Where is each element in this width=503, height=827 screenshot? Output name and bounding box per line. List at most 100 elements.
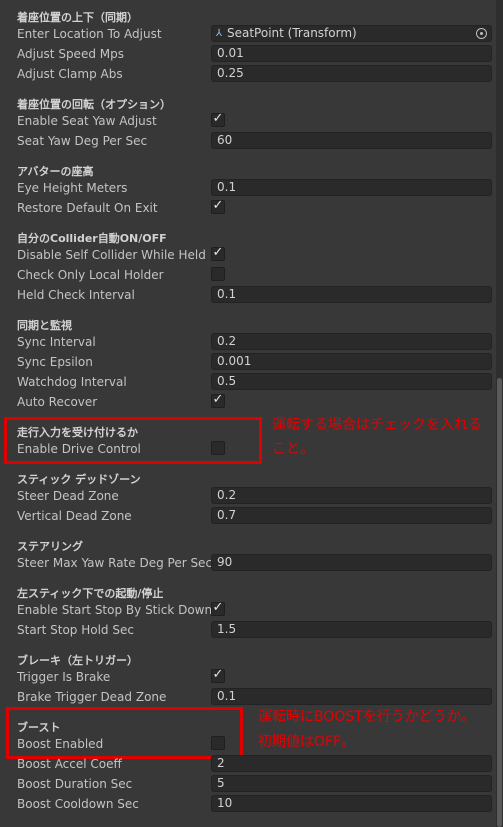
section-header-stick-start-stop: 左スティック下での起動/停止 <box>17 587 164 600</box>
row-enable-drive: Enable Drive Control <box>0 439 496 459</box>
enter-location-object-field[interactable]: ⅄ SeatPoint (Transform) <box>211 25 492 42</box>
trigger-is-brake-checkbox[interactable]: ✓ <box>211 667 225 683</box>
enable-seat-yaw-checkbox[interactable]: ✓ <box>211 111 225 127</box>
field-label: Boost Duration Sec <box>17 777 133 791</box>
row-sync-interval: Sync Interval 0.2 <box>0 332 496 352</box>
brake-dead-zone-input[interactable]: 0.1 <box>211 688 492 705</box>
field-label: Trigger Is Brake <box>17 670 111 684</box>
field-label: Seat Yaw Deg Per Sec <box>17 134 148 148</box>
field-label: Enter Location To Adjust <box>17 27 162 41</box>
row-vertical-dead-zone: Vertical Dead Zone 0.7 <box>0 506 496 526</box>
row-boost-cooldown: Boost Cooldown Sec 10 <box>0 794 496 814</box>
field-label: Sync Epsilon <box>17 355 93 369</box>
field-label: Brake Trigger Dead Zone <box>17 690 167 704</box>
adjust-clamp-input[interactable]: 0.25 <box>211 65 492 82</box>
section-header-brake: ブレーキ（左トリガー） <box>17 654 138 667</box>
field-label: Steer Dead Zone <box>17 489 119 503</box>
checkmark-icon: ✓ <box>212 600 224 615</box>
field-label: Restore Default On Exit <box>17 201 158 215</box>
drive-control-annotation-line2: こと。 <box>272 441 314 457</box>
check-only-local-checkbox[interactable] <box>211 267 225 281</box>
row-brake-dead-zone: Brake Trigger Dead Zone 0.1 <box>0 687 496 707</box>
checkmark-icon: ✓ <box>212 111 224 126</box>
field-label: Held Check Interval <box>17 288 135 302</box>
held-check-interval-input[interactable]: 0.1 <box>211 286 492 303</box>
section-header-boost: ブースト <box>17 721 61 734</box>
start-stop-hold-input[interactable]: 1.5 <box>211 621 492 638</box>
field-label: Adjust Clamp Abs <box>17 67 123 81</box>
eye-height-input[interactable]: 0.1 <box>211 179 492 196</box>
sync-interval-input[interactable]: 0.2 <box>211 333 492 350</box>
boost-accel-input[interactable]: 2 <box>211 755 492 772</box>
field-label: Enable Start Stop By Stick Down <box>17 603 213 617</box>
section-header-seat-rotation: 着座位置の回転（オプション） <box>17 98 171 111</box>
row-steer-max-yaw: Steer Max Yaw Rate Deg Per Sec 90 <box>0 553 496 573</box>
row-boost-enabled: Boost Enabled <box>0 734 496 754</box>
boost-cooldown-input[interactable]: 10 <box>211 795 492 812</box>
row-auto-recover: Auto Recover ✓ <box>0 392 496 412</box>
row-adjust-clamp: Adjust Clamp Abs 0.25 <box>0 64 496 84</box>
scrollbar-track[interactable] <box>496 0 503 827</box>
row-adjust-speed: Adjust Speed Mps 0.01 <box>0 44 496 64</box>
watchdog-interval-input[interactable]: 0.5 <box>211 373 492 390</box>
field-label: Disable Self Collider While Held <box>17 248 206 262</box>
checkmark-icon: ✓ <box>212 667 224 682</box>
checkmark-icon: ✓ <box>212 392 224 407</box>
row-steer-dead-zone: Steer Dead Zone 0.2 <box>0 486 496 506</box>
section-header-collider: 自分のCollider自動ON/OFF <box>17 232 167 245</box>
field-label: Start Stop Hold Sec <box>17 623 134 637</box>
disable-self-collider-checkbox[interactable]: ✓ <box>211 245 225 261</box>
row-eye-height: Eye Height Meters 0.1 <box>0 178 496 198</box>
scrollbar-thumb[interactable] <box>497 378 502 827</box>
field-label: Enable Seat Yaw Adjust <box>17 114 157 128</box>
row-held-check-interval: Held Check Interval 0.1 <box>0 285 496 305</box>
section-header-avatar-height: アバターの座高 <box>17 165 94 178</box>
row-seat-yaw-deg: Seat Yaw Deg Per Sec 60 <box>0 131 496 151</box>
row-enter-location: Enter Location To Adjust ⅄ SeatPoint (Tra… <box>0 24 496 44</box>
steer-max-yaw-input[interactable]: 90 <box>211 554 492 571</box>
boost-annotation-line2: 初期値はOFF。 <box>258 734 356 750</box>
row-enable-seat-yaw: Enable Seat Yaw Adjust ✓ <box>0 111 496 131</box>
field-label: Check Only Local Holder <box>17 268 164 282</box>
section-header-steering: ステアリング <box>17 540 83 553</box>
row-enable-start-stop: Enable Start Stop By Stick Down ✓ <box>0 600 496 620</box>
field-label: Boost Enabled <box>17 737 104 751</box>
section-header-stick-deadzone: スティック デッドゾーン <box>17 473 141 486</box>
row-trigger-is-brake: Trigger Is Brake ✓ <box>0 667 496 687</box>
field-label: Eye Height Meters <box>17 181 128 195</box>
row-disable-self-collider: Disable Self Collider While Held ✓ <box>0 245 496 265</box>
boost-duration-input[interactable]: 5 <box>211 775 492 792</box>
row-boost-duration: Boost Duration Sec 5 <box>0 774 496 794</box>
seat-yaw-deg-input[interactable]: 60 <box>211 132 492 149</box>
field-label: Enable Drive Control <box>17 442 141 456</box>
row-sync-epsilon: Sync Epsilon 0.001 <box>0 352 496 372</box>
field-label: Vertical Dead Zone <box>17 509 132 523</box>
checkmark-icon: ✓ <box>212 198 224 213</box>
checkmark-icon: ✓ <box>212 245 224 260</box>
section-header-seat-position: 着座位置の上下（同期） <box>17 11 138 24</box>
row-check-only-local: Check Only Local Holder <box>0 265 496 285</box>
steer-dead-zone-input[interactable]: 0.2 <box>211 487 492 504</box>
field-label: Sync Interval <box>17 335 96 349</box>
field-label: Boost Cooldown Sec <box>17 797 139 811</box>
auto-recover-checkbox[interactable]: ✓ <box>211 392 225 408</box>
object-picker-icon[interactable] <box>476 28 487 39</box>
field-label: Boost Accel Coeff <box>17 757 122 771</box>
row-watchdog-interval: Watchdog Interval 0.5 <box>0 372 496 392</box>
field-label: Auto Recover <box>17 395 98 409</box>
field-label: Steer Max Yaw Rate Deg Per Sec <box>17 556 213 570</box>
boost-annotation-line1: 運転時にBOOSTを行うかどうか。 <box>258 709 475 725</box>
sync-epsilon-input[interactable]: 0.001 <box>211 353 492 370</box>
adjust-speed-input[interactable]: 0.01 <box>211 45 492 62</box>
restore-default-checkbox[interactable]: ✓ <box>211 198 225 214</box>
field-label: Watchdog Interval <box>17 375 127 389</box>
section-header-sync: 同期と監視 <box>17 319 72 332</box>
boost-enabled-checkbox[interactable] <box>211 736 225 750</box>
object-field-value: SeatPoint (Transform) <box>227 26 357 40</box>
section-header-drive-input: 走行入力を受け付けるか <box>17 426 138 439</box>
enable-drive-control-checkbox[interactable] <box>211 441 225 455</box>
enable-start-stop-checkbox[interactable]: ✓ <box>211 600 225 616</box>
transform-icon: ⅄ <box>216 28 223 39</box>
vertical-dead-zone-input[interactable]: 0.7 <box>211 507 492 524</box>
row-start-stop-hold: Start Stop Hold Sec 1.5 <box>0 620 496 640</box>
